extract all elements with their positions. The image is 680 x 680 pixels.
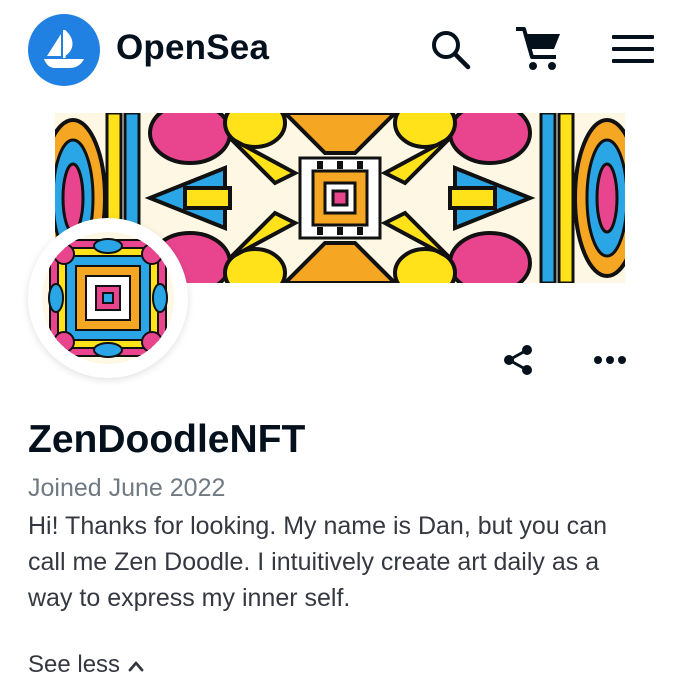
joined-date: Joined June 2022 — [28, 474, 226, 502]
profile-avatar[interactable] — [28, 218, 188, 378]
profile-bio: Hi! Thanks for looking. My name is Dan, … — [28, 512, 607, 612]
top-navbar: OpenSea — [0, 0, 680, 100]
see-less-button[interactable]: See less — [28, 651, 144, 679]
more-options-icon[interactable] — [590, 340, 630, 380]
menu-icon[interactable] — [608, 24, 658, 74]
cart-icon[interactable] — [514, 24, 564, 74]
brand-name[interactable]: OpenSea — [116, 28, 269, 68]
chevron-up-icon — [128, 651, 144, 679]
profile-username: ZenDoodleNFT — [28, 418, 306, 461]
opensea-logo-icon[interactable] — [28, 14, 100, 86]
avatar-image — [42, 232, 174, 364]
search-icon[interactable] — [425, 24, 475, 74]
see-less-label: See less — [28, 651, 121, 678]
share-icon[interactable] — [498, 340, 538, 380]
